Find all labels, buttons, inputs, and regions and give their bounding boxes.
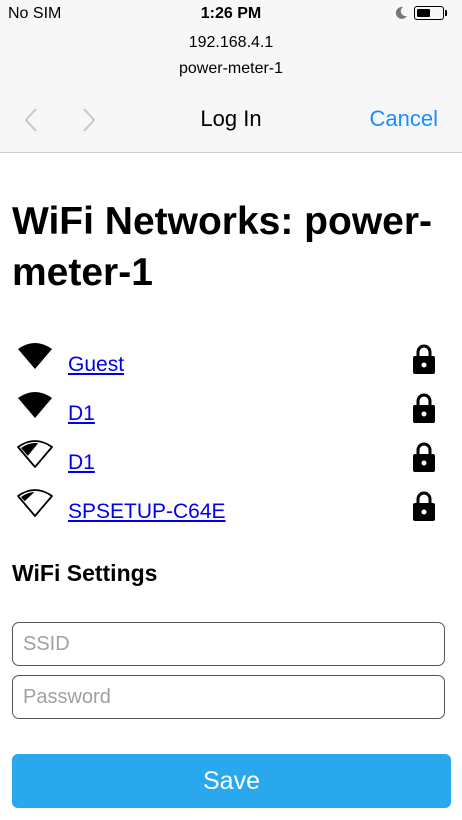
wifi-signal-strong-icon	[18, 343, 52, 369]
ssid-input[interactable]	[12, 622, 445, 666]
wifi-signal-weak-icon	[17, 489, 53, 517]
network-item: D1	[16, 390, 446, 439]
cancel-button[interactable]: Cancel	[370, 106, 438, 132]
wifi-settings-heading: WiFi Settings	[12, 560, 158, 586]
battery-level	[417, 9, 430, 17]
clock: 1:26 PM	[200, 5, 262, 22]
lock-icon	[413, 491, 435, 521]
network-item: D1	[16, 439, 446, 488]
network-link-spsetup[interactable]: SPSETUP-C64E	[68, 500, 226, 524]
wifi-signal-medium-icon	[17, 440, 53, 468]
do-not-disturb-moon-icon	[395, 6, 407, 19]
battery-tip	[445, 10, 447, 16]
network-item: Guest	[16, 341, 446, 390]
network-link-d1[interactable]: D1	[68, 402, 95, 426]
battery-icon	[414, 6, 444, 20]
lock-icon	[413, 393, 435, 423]
status-bar: No SIM 1:26 PM	[0, 0, 462, 30]
lock-icon	[413, 442, 435, 472]
network-link-d1[interactable]: D1	[68, 451, 95, 475]
password-input[interactable]	[12, 675, 445, 719]
network-link-guest[interactable]: Guest	[68, 353, 124, 377]
browser-header: No SIM 1:26 PM 192.168.4.1 power-meter-1…	[0, 0, 462, 153]
lock-icon	[413, 344, 435, 374]
network-list: Guest D1 D1 SPSETUP-C64E	[16, 341, 446, 537]
page-heading: WiFi Networks: power-meter-1	[12, 200, 433, 294]
url-host: 192.168.4.1	[188, 34, 274, 51]
save-button[interactable]: Save	[12, 754, 451, 808]
wifi-signal-strong-icon	[18, 392, 52, 418]
network-item: SPSETUP-C64E	[16, 488, 446, 537]
url-page-title: power-meter-1	[178, 60, 284, 77]
